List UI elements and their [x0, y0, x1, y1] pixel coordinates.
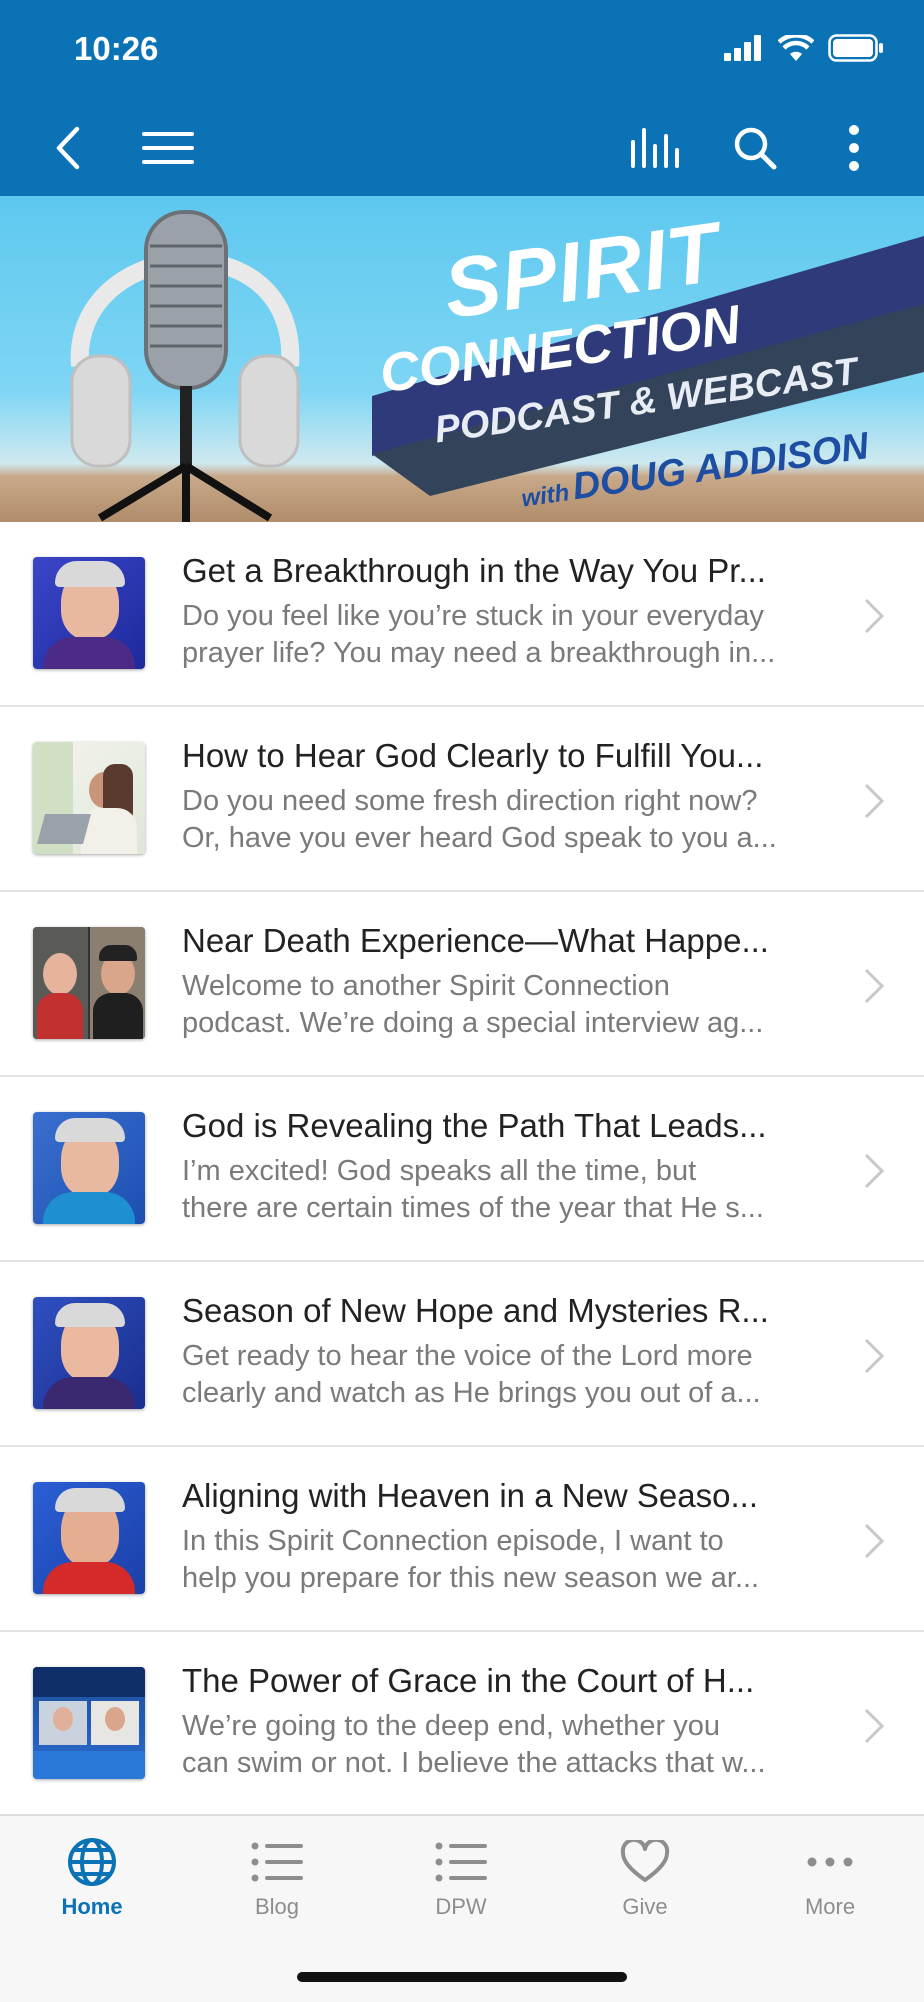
tab-label: More [804, 1894, 856, 1919]
hamburger-icon [142, 132, 194, 164]
episode-description: Welcome to another Spirit Connection pod… [182, 968, 838, 1042]
list-item[interactable]: Get a Breakthrough in the Way You Pr... … [0, 522, 924, 707]
description-line: Or, have you ever heard God speak to you… [182, 822, 777, 854]
globe-icon [68, 1838, 116, 1886]
chevron-right-icon [864, 783, 885, 819]
chevron-right-icon [864, 968, 885, 1004]
episode-thumbnail [33, 1482, 145, 1594]
status-time: 10:26 [74, 30, 159, 67]
tab-home[interactable]: Home [17, 1834, 167, 1934]
episode-title: Get a Breakthrough in the Way You Pr... [182, 552, 766, 589]
episode-description: Do you feel like you’re stuck in your ev… [182, 598, 838, 672]
tab-more[interactable]: More [755, 1834, 905, 1934]
chevron-right-icon [864, 1523, 885, 1559]
list-item[interactable]: The Power of Grace in the Court of H... … [0, 1632, 924, 1817]
episode-description: Do you need some fresh direction right n… [182, 783, 838, 857]
description-line: there are certain times of the year that… [182, 1192, 764, 1224]
bars-icon [631, 128, 679, 168]
signal-icon [724, 35, 761, 61]
episode-thumbnail [33, 742, 145, 854]
search-button[interactable] [723, 116, 787, 180]
more-options-button[interactable] [822, 116, 886, 180]
list-item[interactable]: How to Hear God Clearly to Fulfill You..… [0, 707, 924, 892]
description-line: In this Spirit Connection episode, I wan… [182, 1525, 724, 1557]
menu-button[interactable] [136, 116, 200, 180]
episode-thumbnail [33, 1297, 145, 1409]
episode-title: Season of New Hope and Mysteries R... [182, 1292, 769, 1329]
tab-label: Home [61, 1894, 123, 1919]
list-item[interactable]: Season of New Hope and Mysteries R... Ge… [0, 1262, 924, 1447]
tab-label: Give [622, 1894, 668, 1919]
episode-title: Aligning with Heaven in a New Seaso... [182, 1477, 758, 1514]
episode-thumbnail [33, 557, 145, 669]
tab-label: Blog [254, 1894, 300, 1919]
description-line: can swim or not. I believe the attacks t… [182, 1747, 766, 1779]
list-item[interactable]: God is Revealing the Path That Leads... … [0, 1077, 924, 1262]
chevron-right-icon [864, 598, 885, 634]
description-line: I’m excited! God speaks all the time, bu… [182, 1155, 697, 1187]
description-line: We’re going to the deep end, whether you [182, 1710, 720, 1742]
chevron-right-icon [864, 1338, 885, 1374]
tab-give[interactable]: Give [570, 1834, 720, 1934]
description-line: help you prepare for this new season we … [182, 1562, 760, 1594]
episode-title: Near Death Experience—What Happe... [182, 922, 769, 959]
episode-thumbnail [33, 1112, 145, 1224]
back-button[interactable] [36, 116, 100, 180]
banner-host-prefix: with [519, 479, 571, 513]
list-icon [251, 1842, 303, 1882]
description-line: Do you need some fresh direction right n… [182, 785, 758, 817]
stats-button[interactable] [624, 116, 688, 180]
description-line: Get ready to hear the voice of the Lord … [182, 1340, 753, 1372]
status-icons [724, 34, 884, 62]
ellipsis-icon [807, 1857, 853, 1867]
description-line: prayer life? You may need a breakthrough… [182, 637, 776, 669]
description-line: Welcome to another Spirit Connection [182, 970, 670, 1002]
list-item[interactable]: Aligning with Heaven in a New Seaso... I… [0, 1447, 924, 1632]
vertical-ellipsis-icon [849, 125, 859, 171]
episode-list: Get a Breakthrough in the Way You Pr... … [0, 522, 924, 1817]
episode-description: We’re going to the deep end, whether you… [182, 1708, 838, 1782]
episode-title: How to Hear God Clearly to Fulfill You..… [182, 737, 764, 774]
chevron-right-icon [864, 1708, 885, 1744]
tab-dpw[interactable]: DPW [386, 1834, 536, 1934]
episode-description: In this Spirit Connection episode, I wan… [182, 1523, 838, 1597]
wifi-icon [778, 35, 814, 61]
app-header: 10:26 [0, 0, 924, 196]
episode-title: The Power of Grace in the Court of H... [182, 1662, 755, 1699]
list-item[interactable]: Near Death Experience—What Happe... Welc… [0, 892, 924, 1077]
chevron-left-icon [56, 126, 80, 170]
description-line: podcast. We’re doing a special interview… [182, 1007, 764, 1039]
episode-thumbnail [33, 927, 145, 1039]
episode-description: I’m excited! God speaks all the time, bu… [182, 1153, 838, 1227]
chevron-right-icon [864, 1153, 885, 1189]
heart-icon [620, 1840, 670, 1882]
description-line: clearly and watch as He brings you out o… [182, 1377, 761, 1409]
battery-icon [828, 34, 883, 62]
tab-blog[interactable]: Blog [202, 1834, 352, 1934]
description-line: Do you feel like you’re stuck in your ev… [182, 600, 764, 632]
list-icon [435, 1842, 487, 1882]
episode-description: Get ready to hear the voice of the Lord … [182, 1338, 838, 1412]
tab-label: DPW [435, 1894, 487, 1919]
search-icon [734, 127, 777, 170]
podcast-banner: SPIRIT CONNECTION PODCAST & WEBCAST with… [0, 196, 924, 522]
episode-thumbnail [33, 1667, 145, 1779]
home-indicator[interactable] [297, 1972, 627, 1982]
episode-title: God is Revealing the Path That Leads... [182, 1107, 767, 1144]
